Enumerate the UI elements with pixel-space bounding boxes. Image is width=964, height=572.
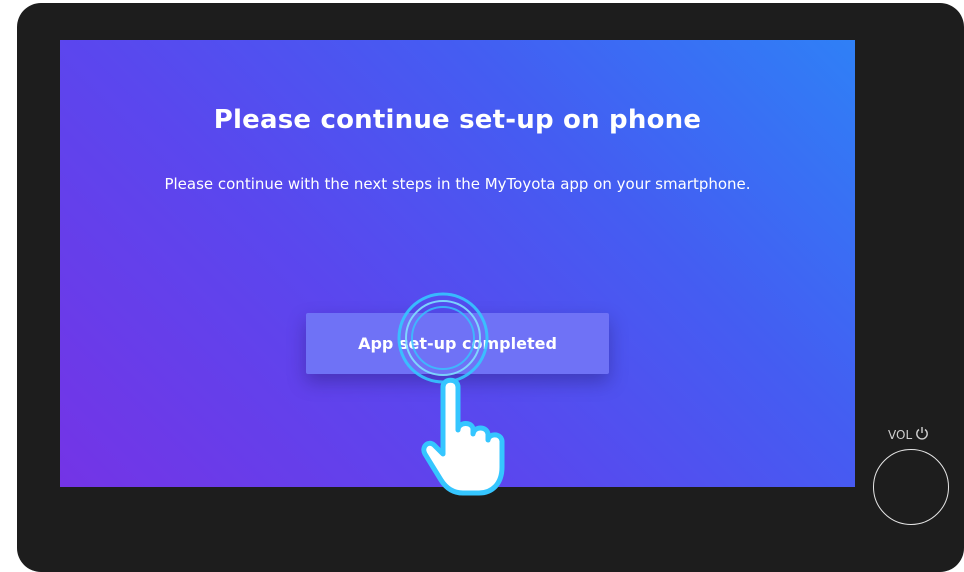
infotainment-screen: Please continue set-up on phone Please c… [60,40,855,487]
page-subtitle: Please continue with the next steps in t… [164,175,751,193]
vol-label: VOL [888,428,913,442]
app-setup-completed-button[interactable]: App set-up completed [306,313,609,374]
volume-knob[interactable] [873,449,949,525]
power-icon [915,426,929,444]
page-title: Please continue set-up on phone [213,105,702,135]
vol-label-group: VOL [888,426,929,444]
